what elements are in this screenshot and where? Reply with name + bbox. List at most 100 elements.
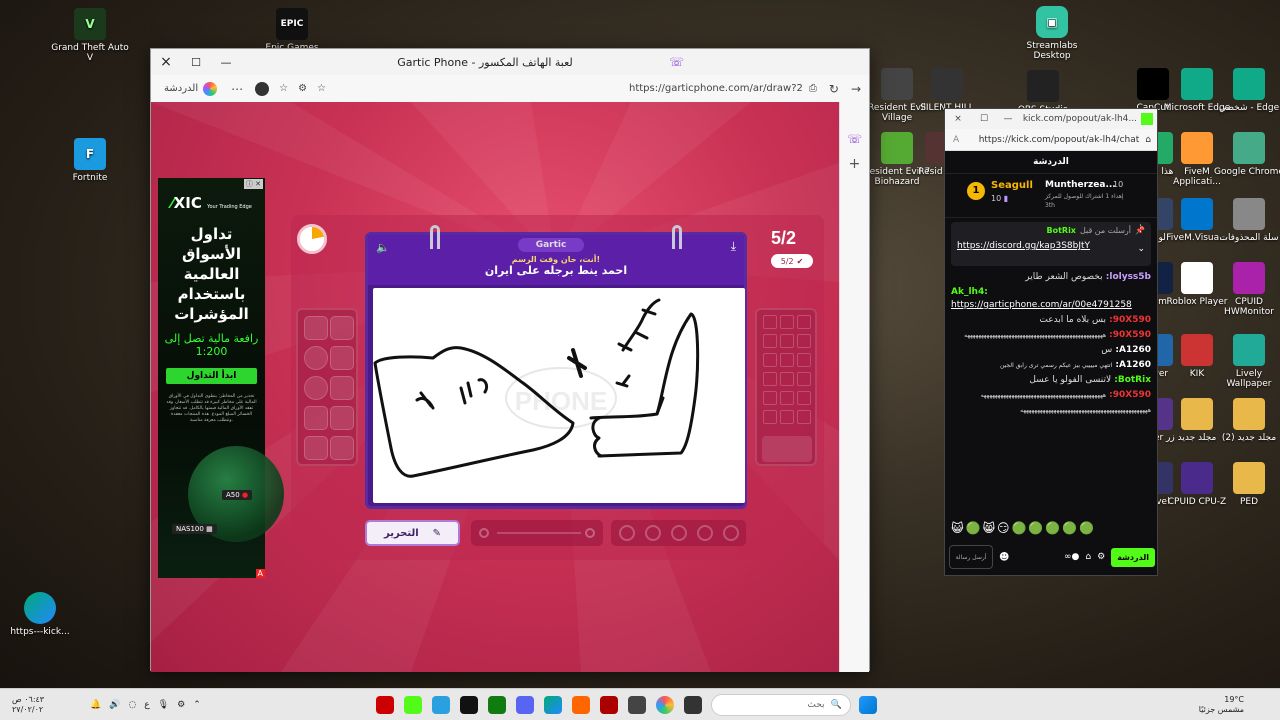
- size-option-1[interactable]: [619, 525, 635, 541]
- palette-color-cell[interactable]: [797, 372, 811, 386]
- ad-choice-badge[interactable]: A: [255, 569, 265, 578]
- fill-bucket-icon[interactable]: [304, 406, 328, 430]
- store-icon[interactable]: ⌂: [1085, 552, 1091, 562]
- kick-url-field[interactable]: https://kick.com/popout/ak-lh4/chat: [959, 135, 1145, 145]
- brush-size-slider[interactable]: [471, 520, 603, 546]
- chat-users-icon[interactable]: ∞●: [1064, 552, 1079, 562]
- telegram-icon[interactable]: [431, 695, 450, 714]
- palette-color-cell[interactable]: [763, 353, 777, 367]
- pencil-tool-icon[interactable]: [330, 316, 354, 340]
- desktop-icon[interactable]: سلة المحذوفات: [1214, 198, 1280, 243]
- desktop-icon[interactable]: Lively Wallpaper: [1214, 334, 1280, 389]
- palette-color-cell[interactable]: [797, 410, 811, 424]
- undo-icon[interactable]: [330, 436, 354, 460]
- chat-username[interactable]: 90X590:: [1106, 315, 1151, 325]
- palette-color-cell[interactable]: [763, 334, 777, 348]
- weather-widget[interactable]: 19°C مشمس جزئيًا: [1199, 695, 1280, 715]
- chat-username[interactable]: A1260:: [1112, 360, 1151, 370]
- ad-info-icon[interactable]: ⓘ ✕: [243, 179, 263, 189]
- microphone-icon[interactable]: 🎙: [158, 700, 169, 710]
- desktop-icon[interactable]: PED: [1214, 462, 1280, 507]
- ellipse-tool-icon[interactable]: [304, 346, 328, 370]
- desktop-icon[interactable]: SILENT HILL: [912, 68, 982, 113]
- url-field[interactable]: https://garticphone.com/ar/draw?2: [326, 83, 809, 94]
- xbox-icon[interactable]: [487, 695, 506, 714]
- edge-taskbar-icon[interactable]: [543, 695, 562, 714]
- epic-taskbar-icon[interactable]: [459, 695, 478, 714]
- taskbar-app2-icon[interactable]: [627, 695, 646, 714]
- desktop-icon[interactable]: شخصي - Edge: [1214, 68, 1280, 113]
- chevron-down-icon[interactable]: ⌄: [1137, 244, 1145, 254]
- palette-color-cell[interactable]: [780, 391, 794, 405]
- leader-first-name[interactable]: Seagull: [991, 180, 1033, 191]
- filled-rectangle-tool-icon[interactable]: [330, 376, 354, 400]
- garticphone-sidebar-icon[interactable]: ☏: [840, 132, 869, 146]
- pinned-link[interactable]: https://discord.gg/kap3S8bJtY: [957, 241, 1145, 251]
- desktop-icon[interactable]: (2) مجلد جديد: [1214, 398, 1280, 443]
- tray-app-icon[interactable]: ⚙: [177, 700, 185, 710]
- palette-color-cell[interactable]: [763, 372, 777, 386]
- desktop-icon-gta[interactable]: V Grand Theft Auto V: [50, 8, 130, 63]
- palette-color-cell[interactable]: [763, 410, 777, 424]
- palette-color-cell[interactable]: [780, 334, 794, 348]
- firefox-icon[interactable]: [571, 695, 590, 714]
- palette-color-cell[interactable]: [780, 372, 794, 386]
- chat-text[interactable]: https://garticphone.com/ar/00e4791258: [951, 300, 1132, 310]
- eraser-icon[interactable]: [304, 436, 328, 460]
- tab-title[interactable]: Gartic Phone - لعبة الهاتف المكسور: [241, 56, 669, 69]
- chat-username[interactable]: 90X590:: [1106, 390, 1151, 400]
- palette-color-cell[interactable]: [797, 334, 811, 348]
- filled-ellipse-tool-icon[interactable]: [304, 376, 328, 400]
- volume-icon[interactable]: 🔊: [109, 700, 120, 710]
- size-option-2[interactable]: [645, 525, 661, 541]
- line-tool-icon[interactable]: [330, 406, 354, 430]
- drawing-canvas[interactable]: PHONE: [373, 288, 745, 503]
- add-favorite-icon[interactable]: ☆: [317, 83, 326, 94]
- current-color-swatch[interactable]: [762, 436, 812, 462]
- send-chat-button[interactable]: الدردشة: [1111, 547, 1155, 567]
- palette-color-cell[interactable]: [763, 315, 777, 329]
- pinned-bot-name[interactable]: BotRix: [1046, 226, 1075, 235]
- search-box[interactable]: بحث 🔍: [710, 693, 851, 716]
- chat-username[interactable]: A1260:: [1112, 345, 1151, 355]
- network-icon[interactable]: ◌: [128, 700, 136, 710]
- palette-color-cell[interactable]: [780, 410, 794, 424]
- size-option-5[interactable]: [723, 525, 739, 541]
- desktop-icon-streamlabs[interactable]: ▣ Streamlabs Desktop: [1012, 6, 1092, 61]
- download-icon[interactable]: ⤓: [731, 239, 736, 254]
- desktop-icon[interactable]: Google Chrome: [1214, 132, 1280, 177]
- extensions-icon[interactable]: ⚙: [298, 83, 307, 94]
- palette-color-cell[interactable]: [797, 315, 811, 329]
- refresh-icon[interactable]: ↻: [829, 82, 839, 96]
- palette-color-cell[interactable]: [780, 353, 794, 367]
- edit-button[interactable]: التحرير ✎: [365, 520, 460, 546]
- palette-color-cell[interactable]: [780, 315, 794, 329]
- desktop-icon-fortnite[interactable]: F Fortnite: [50, 138, 130, 183]
- kick-taskbar-icon[interactable]: [403, 695, 422, 714]
- desktop-icon-epic[interactable]: EPIC Epic Games: [252, 8, 332, 53]
- taskbar-app3-icon[interactable]: [683, 695, 702, 714]
- chat-username[interactable]: 90X590:: [1106, 330, 1151, 340]
- add-icon[interactable]: +: [840, 156, 869, 172]
- discord-icon[interactable]: [515, 695, 534, 714]
- start-icon[interactable]: [858, 695, 877, 714]
- size-option-3[interactable]: [671, 525, 687, 541]
- desktop-icon[interactable]: CPUID HWMonitor: [1214, 262, 1280, 317]
- pen-tool-icon[interactable]: [304, 316, 328, 340]
- emoji-icon[interactable]: ☻: [999, 552, 1009, 563]
- more-options-icon[interactable]: ⋮: [1136, 224, 1145, 234]
- favorites-icon[interactable]: ☆: [279, 83, 288, 94]
- settings-icon[interactable]: ⚙: [1097, 552, 1105, 562]
- tray-overflow-icon[interactable]: ⌃: [193, 700, 201, 710]
- minimize-icon[interactable]: —: [997, 114, 1019, 124]
- palette-color-cell[interactable]: [797, 391, 811, 405]
- reader-icon[interactable]: ⎙: [809, 83, 817, 94]
- desktop-icon-kick[interactable]: https---kick...: [0, 592, 80, 637]
- close-icon[interactable]: ×: [945, 114, 971, 124]
- maximize-icon[interactable]: ☐: [181, 56, 211, 69]
- minimize-icon[interactable]: —: [211, 56, 241, 69]
- maximize-icon[interactable]: ☐: [971, 114, 997, 124]
- copilot-taskbar-icon[interactable]: [655, 695, 674, 714]
- chat-button-label[interactable]: الدردشة: [159, 81, 203, 96]
- copilot-icon[interactable]: [203, 81, 218, 96]
